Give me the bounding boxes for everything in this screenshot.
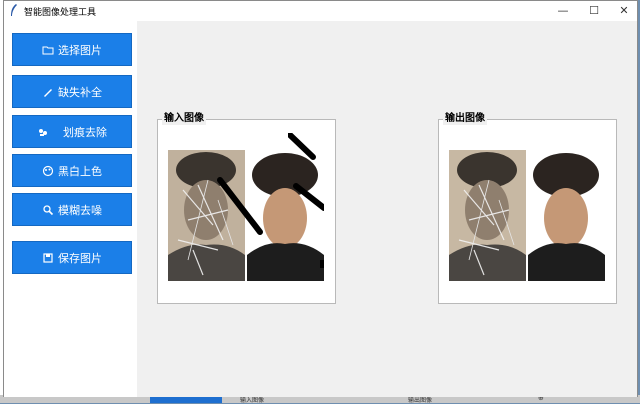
output-image-preview: [449, 150, 605, 281]
output-image-label: 输出图像: [443, 113, 487, 125]
minimize-button[interactable]: —: [550, 1, 576, 21]
save-icon: [42, 252, 54, 264]
feather-app-icon: [11, 4, 17, 16]
titlebar[interactable]: 智能图像处理工具 — ☐ ✕: [4, 1, 637, 22]
paint-icon: [37, 126, 49, 138]
scratch-removal-label: 划痕去除: [63, 125, 107, 139]
output-image-frame: [438, 119, 617, 304]
close-button[interactable]: ✕: [611, 1, 637, 21]
folder-icon: [42, 44, 54, 56]
pen-icon: [42, 86, 54, 98]
palette-icon: [42, 165, 54, 177]
sidebar: 选择图片 缺失补全 划痕去除 黑白上色 模糊去噪 保存图片: [4, 21, 137, 397]
input-image-preview: [168, 150, 324, 281]
deblur-denoise-label: 模糊去噪: [58, 203, 102, 217]
app-window: 智能图像处理工具 — ☐ ✕ 选择图片 缺失补全 划痕去除 黑白上色 模糊去噪 …: [3, 0, 638, 397]
colorize-button[interactable]: 黑白上色: [12, 154, 132, 187]
input-image-frame: [157, 119, 336, 304]
select-image-label: 选择图片: [58, 43, 102, 57]
inpaint-button[interactable]: 缺失补全: [12, 75, 132, 108]
save-image-button[interactable]: 保存图片: [12, 241, 132, 274]
window-title: 智能图像处理工具: [24, 8, 97, 18]
scratch-removal-button[interactable]: 划痕去除: [12, 115, 132, 148]
colorize-label: 黑白上色: [58, 164, 102, 178]
inpaint-label: 缺失补全: [58, 85, 102, 99]
magnifier-icon: [42, 204, 54, 216]
maximize-button[interactable]: ☐: [581, 1, 607, 21]
save-image-label: 保存图片: [58, 251, 102, 265]
input-image-label: 输入图像: [162, 113, 206, 125]
deblur-denoise-button[interactable]: 模糊去噪: [12, 193, 132, 226]
main-area: 输入图像 输出图像: [137, 21, 637, 397]
select-image-button[interactable]: 选择图片: [12, 33, 132, 66]
scratch-mark-top: [288, 133, 316, 160]
